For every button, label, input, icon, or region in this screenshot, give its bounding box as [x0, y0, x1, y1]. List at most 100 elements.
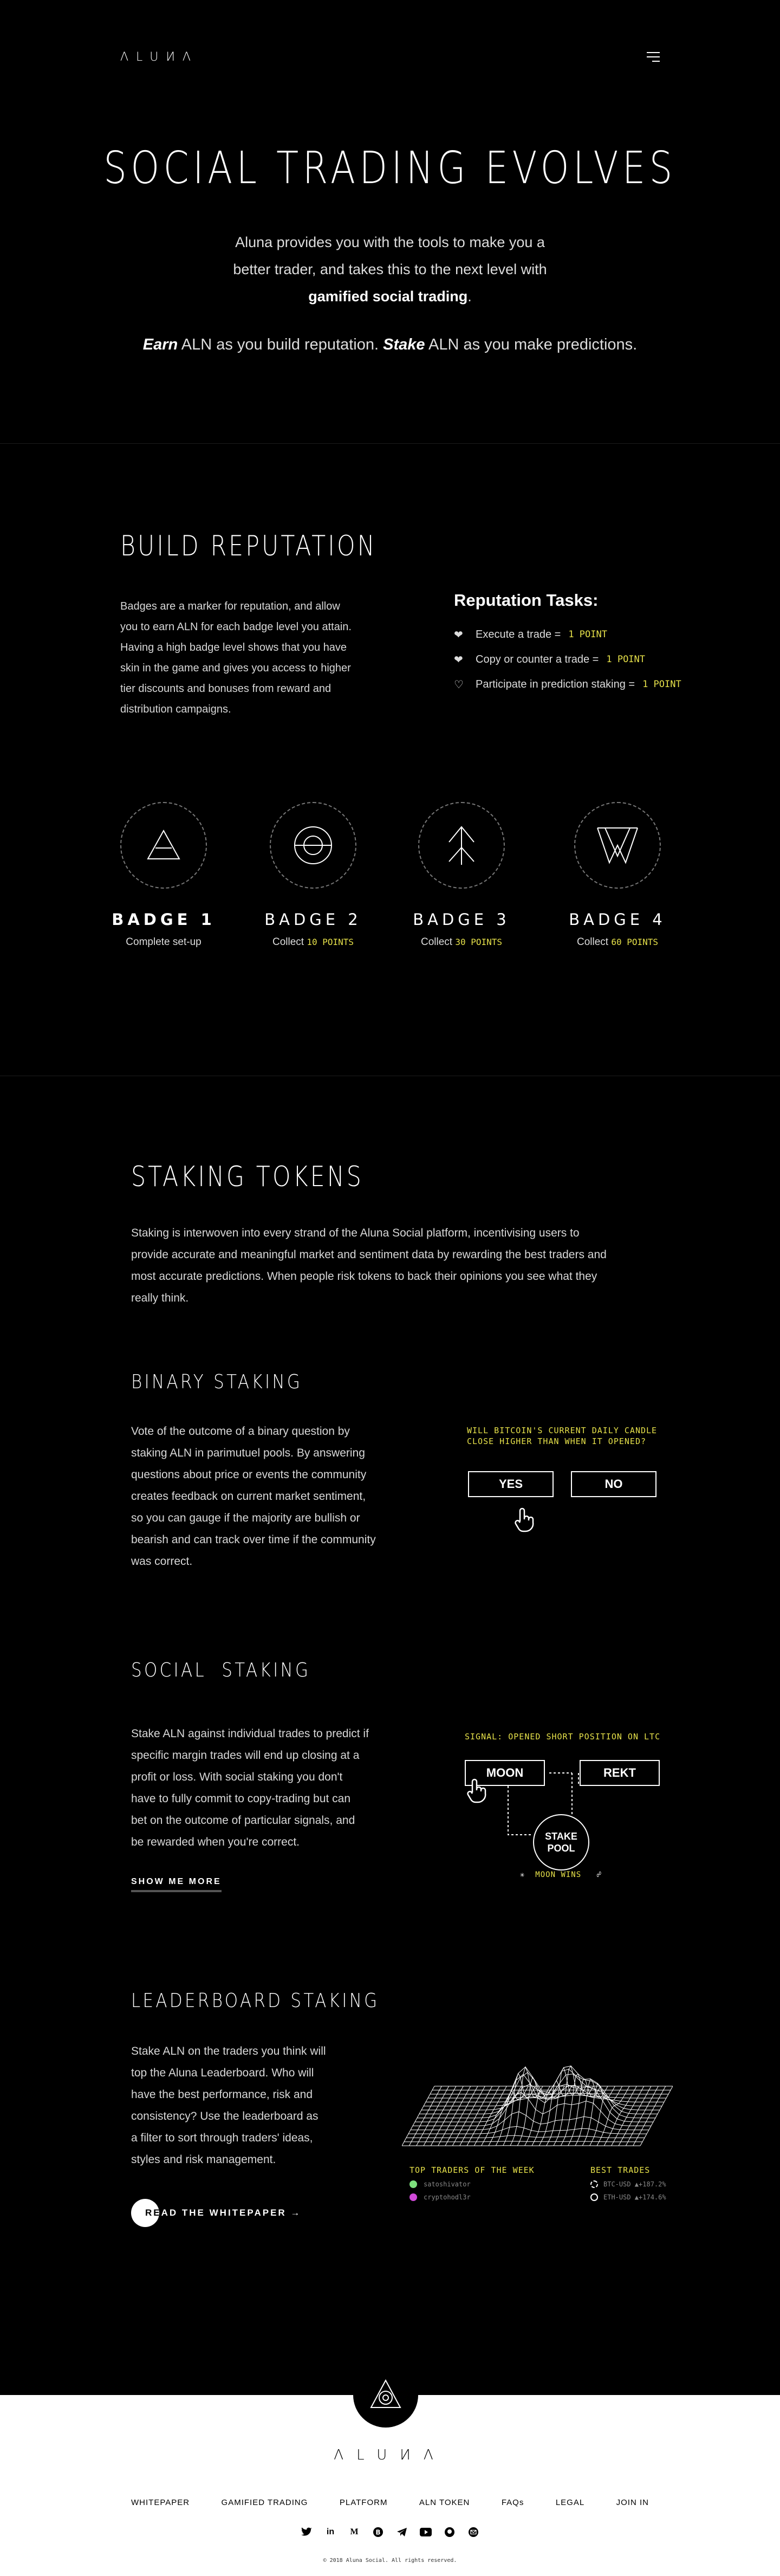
- social-body-line: have to fully commit to copy-trading but…: [131, 1792, 351, 1805]
- binary-body-line: creates feedback on current market senti…: [131, 1490, 366, 1503]
- wireframe-row: [411, 2111, 649, 2131]
- reputation-tasks-title: Reputation Tasks:: [454, 591, 599, 610]
- wireframe-column: [452, 2086, 485, 2146]
- wireframe-column: [640, 2086, 673, 2146]
- badge-circle: [574, 802, 661, 889]
- wireframe-column: [408, 2086, 442, 2146]
- badge-desc: Collect 30 POINTS: [396, 936, 526, 948]
- footer-wordmark: ΛLUИΛ: [334, 2447, 446, 2463]
- badge-desc-text: Collect: [576, 936, 612, 948]
- footer-link-aln-token[interactable]: ALN TOKEN: [419, 2498, 470, 2507]
- binary-body-line: so you can gauge if the majority are bul…: [131, 1512, 360, 1524]
- trader-name: satoshivator: [424, 2180, 471, 2188]
- show-me-more-link[interactable]: SHOW ME MORE: [131, 1877, 222, 1892]
- leaderboard-title: LEADERBOARD STAKING: [131, 1990, 380, 2012]
- read-whitepaper-button[interactable]: READ THE WHITEPAPER →: [131, 2199, 301, 2227]
- rekt-button[interactable]: REKT: [580, 1760, 660, 1786]
- binary-body: Vote of the outcome of a binary question…: [131, 1421, 413, 1572]
- site-header: ΛLUИΛ: [120, 49, 660, 65]
- reputation-body: Badges are a marker for reputation, and …: [120, 596, 402, 720]
- badge-circle: [270, 802, 356, 889]
- trader-row: cryptohodl3r: [410, 2193, 471, 2201]
- trade-text: ETH-USD ▲+174.6%: [603, 2193, 666, 2201]
- wireframe-row: [424, 2085, 662, 2107]
- hero-subtitle-line: better trader, and takes this to the nex…: [233, 261, 547, 277]
- section-divider: [0, 443, 780, 444]
- reputation-body-line: distribution campaigns.: [120, 703, 231, 715]
- trade-text: BTC-USD ▲+187.2%: [603, 2180, 666, 2188]
- trader-avatar: [410, 2193, 417, 2201]
- wireframe-column: [611, 2086, 645, 2146]
- leaderboard-wireframe-graphic: [402, 2065, 673, 2146]
- binary-body-line: was correct.: [131, 1555, 193, 1568]
- social-body-line: specific margin trades will end up closi…: [131, 1749, 360, 1762]
- binary-body-line: staking ALN in parimutuel pools. By answ…: [131, 1447, 365, 1459]
- hero-earn-text: ALN as you build reputation.: [178, 336, 384, 353]
- footer-link-legal[interactable]: LEGAL: [556, 2498, 584, 2507]
- hero-subtitle-line: Aluna provides you with the tools to mak…: [235, 234, 545, 250]
- aluna-emblem-icon: [370, 2379, 401, 2408]
- twitter-icon[interactable]: [301, 2526, 313, 2538]
- moon-wins-label: MOON WINS: [535, 1870, 582, 1879]
- social-body-line: Stake ALN against individual trades to p…: [131, 1727, 369, 1740]
- badge-points: 60 POINTS: [611, 937, 659, 947]
- social-body-line: be rewarded when you're correct.: [131, 1836, 300, 1848]
- hero-stake-text: ALN as you make predictions.: [425, 336, 638, 353]
- leaderboard-body-line: Stake ALN on the traders you think will: [131, 2045, 326, 2057]
- heart-filled-icon: ❤: [454, 629, 463, 641]
- badge-3: BADGE 3 Collect 30 POINTS: [396, 802, 526, 948]
- footer-link-whitepaper[interactable]: WHITEPAPER: [131, 2498, 190, 2507]
- trade-row: BTC-USD ▲+187.2%: [590, 2180, 666, 2188]
- email-icon[interactable]: [467, 2526, 479, 2538]
- wireframe-column: [553, 2065, 587, 2146]
- footer-link-gamified-trading[interactable]: GAMIFIED TRADING: [222, 2498, 308, 2507]
- social-title: SOCIAL STAKING: [131, 1659, 311, 1681]
- wireframe-column: [416, 2086, 450, 2146]
- hero-tagline: Earn ALN as you build reputation. Stake …: [0, 336, 780, 354]
- trader-name: cryptohodl3r: [424, 2193, 471, 2201]
- wireframe-column: [473, 2086, 507, 2146]
- wireframe-column: [459, 2086, 493, 2146]
- telegram-icon[interactable]: [396, 2526, 408, 2538]
- binary-question: WILL BITCOIN'S CURRENT DAILY CANDLE CLOS…: [467, 1425, 657, 1447]
- youtube-icon[interactable]: [420, 2526, 432, 2538]
- badge-3-arrow-icon: [448, 826, 474, 865]
- medium-icon[interactable]: M: [348, 2526, 360, 2538]
- linkedin-icon[interactable]: in: [324, 2526, 336, 2538]
- bitcointalk-icon[interactable]: B: [372, 2526, 384, 2538]
- hero-subtitle-period: .: [467, 288, 472, 305]
- task-label: Participate in prediction staking =: [476, 678, 635, 690]
- trade-row: ETH-USD ▲+174.6%: [590, 2193, 666, 2201]
- hand-cursor-icon: [515, 1507, 534, 1532]
- wireframe-column: [423, 2086, 457, 2146]
- footer-link-faqs[interactable]: FAQs: [502, 2498, 524, 2507]
- task-points: 1 POINT: [568, 629, 607, 640]
- social-body-line: profit or loss. With social staking you …: [131, 1771, 343, 1783]
- footer-logo-badge[interactable]: [353, 2363, 418, 2428]
- social-links: in M B: [0, 2526, 780, 2538]
- yes-button[interactable]: YES: [468, 1471, 554, 1497]
- binary-question-line: WILL BITCOIN'S CURRENT DAILY CANDLE: [467, 1426, 658, 1435]
- link-icon[interactable]: ☍: [596, 1870, 601, 1879]
- binary-question-line: CLOSE HIGHER THAN WHEN IT OPENED?: [467, 1436, 647, 1446]
- binary-body-line: Vote of the outcome of a binary question…: [131, 1425, 350, 1438]
- hero-section: SOCIAL TRADING EVOLVES Aluna provides yo…: [0, 146, 780, 354]
- badge-2-circle-icon: [294, 826, 332, 864]
- badge-name: BADGE 1: [112, 910, 216, 929]
- hamburger-menu-icon[interactable]: [646, 52, 660, 62]
- stake-pool-line: STAKE: [545, 1831, 577, 1842]
- hero-subtitle-highlight: gamified social trading: [308, 288, 468, 305]
- site-footer: ΛLUИΛ WHITEPAPER GAMIFIED TRADING PLATFO…: [0, 2363, 780, 2576]
- hero-earn: Earn: [142, 336, 178, 353]
- github-icon[interactable]: [444, 2526, 456, 2538]
- footer-link-join-in[interactable]: JOIN IN: [616, 2498, 649, 2507]
- moon-wins: ✳ MOON WINS ☍: [520, 1870, 602, 1879]
- reputation-body-line: you to earn ALN for each badge level you…: [120, 621, 352, 633]
- footer-link-platform[interactable]: PLATFORM: [340, 2498, 388, 2507]
- staking-intro-line: most accurate predictions. When people r…: [131, 1270, 597, 1283]
- aluna-logo[interactable]: ΛLUИΛ: [120, 50, 198, 64]
- badge-desc-text: Collect: [272, 936, 307, 948]
- task-item: ❤ Execute a trade = 1 POINT: [454, 622, 736, 647]
- staking-intro-line: provide accurate and meaningful market a…: [131, 1248, 607, 1261]
- no-button[interactable]: NO: [571, 1471, 656, 1497]
